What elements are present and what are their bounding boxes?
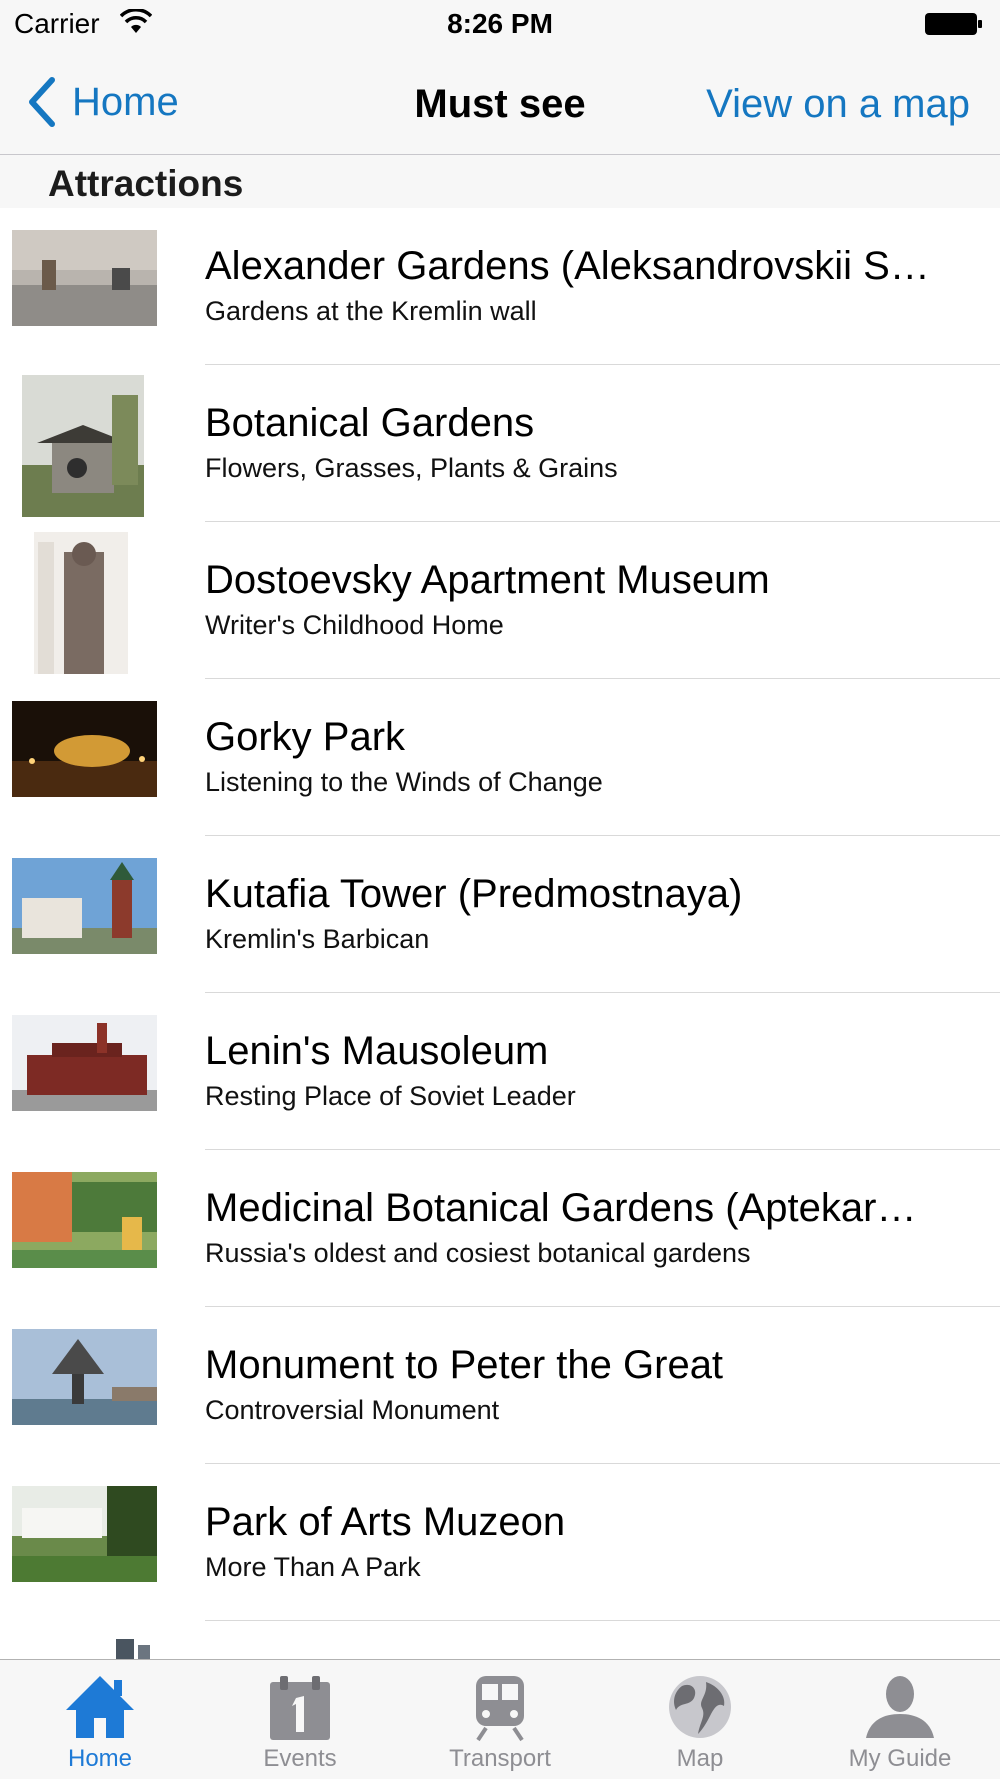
item-title: Alexander Gardens (Aleksandrovskii S… <box>205 244 930 288</box>
tab-transport[interactable]: Transport <box>400 1660 600 1779</box>
list-item[interactable]: Dostoevsky Apartment Museum Writer's Chi… <box>0 522 1000 679</box>
list-item[interactable]: Monument to Peter the Great Controversia… <box>0 1307 1000 1464</box>
train-icon <box>476 1676 524 1742</box>
item-subtitle: Flowers, Grasses, Plants & Grains <box>205 453 618 483</box>
list-item[interactable]: Botanical Gardens Flowers, Grasses, Plan… <box>0 365 1000 522</box>
tab-label: Events <box>263 1745 337 1772</box>
person-icon <box>866 1676 934 1738</box>
thumbnail-image <box>22 375 144 517</box>
globe-icon <box>669 1676 731 1738</box>
item-subtitle: Russia's oldest and cosiest botanical ga… <box>205 1238 751 1268</box>
tab-label: Map <box>676 1745 724 1772</box>
thumbnail-image <box>34 532 128 674</box>
item-title: Monument to Peter the Great <box>205 1343 724 1387</box>
tab-my-guide[interactable]: My Guide <box>800 1660 1000 1779</box>
section-title: Attractions <box>48 163 244 204</box>
calendar-icon <box>270 1676 330 1740</box>
item-title: Park of Arts Muzeon <box>205 1500 566 1544</box>
tab-bar: Home Events Transport Map My Guide <box>0 1659 1000 1779</box>
tab-map[interactable]: Map <box>600 1660 800 1779</box>
item-subtitle: More Than A Park <box>205 1552 421 1582</box>
section-header: Attractions <box>0 155 1000 208</box>
thumbnail-image <box>12 230 157 326</box>
item-subtitle: Controversial Monument <box>205 1395 500 1425</box>
row-divider <box>205 1620 1000 1621</box>
item-title: Botanical Gardens <box>205 401 535 445</box>
status-bar: Carrier 8:26 PM <box>0 0 1000 50</box>
item-subtitle: Listening to the Winds of Change <box>205 767 603 797</box>
list-item[interactable]: Park of Arts Muzeon More Than A Park <box>0 1464 1000 1621</box>
item-subtitle: Writer's Childhood Home <box>205 610 504 640</box>
thumbnail-image <box>12 1329 157 1425</box>
tab-home[interactable]: Home <box>0 1660 200 1779</box>
item-subtitle: Resting Place of Soviet Leader <box>205 1081 576 1111</box>
item-subtitle: Gardens at the Kremlin wall <box>205 296 537 326</box>
partial-thumbnail-image <box>116 1639 150 1659</box>
list-item[interactable]: Gorky Park Listening to the Winds of Cha… <box>0 679 1000 836</box>
tab-label: My Guide <box>848 1745 952 1772</box>
thumbnail-image <box>12 1015 157 1111</box>
tab-events[interactable]: Events <box>200 1660 400 1779</box>
item-title: Kutafia Tower (Predmostnaya) <box>205 872 743 916</box>
tab-label: Home <box>67 1745 133 1772</box>
thumbnail-image <box>12 701 157 797</box>
thumbnail-image <box>12 858 157 954</box>
clock: 8:26 PM <box>447 8 553 39</box>
item-title: Lenin's Mausoleum <box>205 1029 549 1073</box>
list-item[interactable]: Lenin's Mausoleum Resting Place of Sovie… <box>0 993 1000 1150</box>
item-title: Gorky Park <box>205 715 406 759</box>
home-icon <box>66 1676 134 1738</box>
tab-label: Transport <box>449 1745 551 1772</box>
navigation-bar: Home Must see View on a map <box>0 50 1000 155</box>
thumbnail-image <box>12 1486 157 1582</box>
attractions-list: Alexander Gardens (Aleksandrovskii S… Ga… <box>0 208 1000 1621</box>
list-item[interactable]: Alexander Gardens (Aleksandrovskii S… Ga… <box>0 208 1000 365</box>
thumbnail-image <box>12 1172 157 1268</box>
battery-icon <box>925 13 982 35</box>
list-item[interactable]: Kutafia Tower (Predmostnaya) Kremlin's B… <box>0 836 1000 993</box>
item-subtitle: Kremlin's Barbican <box>205 924 430 954</box>
list-item[interactable]: Medicinal Botanical Gardens (Aptekar… Ru… <box>0 1150 1000 1307</box>
item-title: Dostoevsky Apartment Museum <box>205 558 770 602</box>
view-on-map-button[interactable]: View on a map <box>706 82 970 127</box>
item-title: Medicinal Botanical Gardens (Aptekar… <box>205 1186 917 1230</box>
